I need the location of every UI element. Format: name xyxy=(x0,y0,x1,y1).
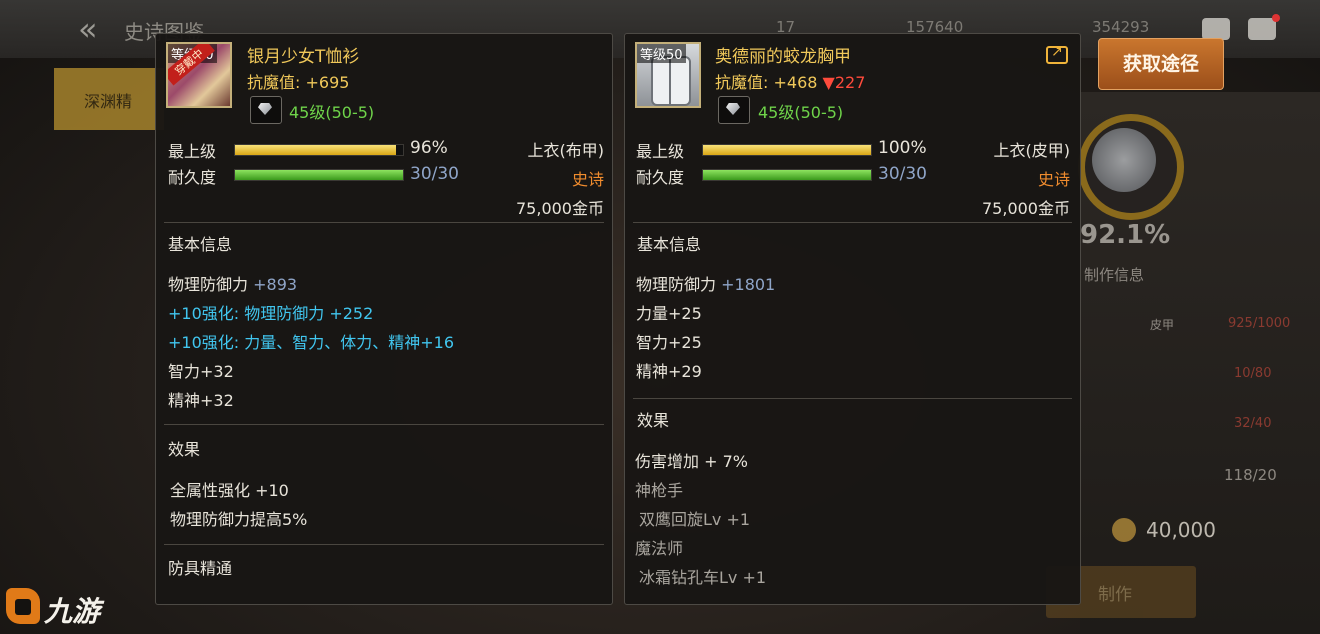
durability-bar xyxy=(702,169,872,181)
craft-material-count-3: 32/40 xyxy=(1234,416,1272,431)
logo-text: 九游 xyxy=(44,595,101,628)
max-level-bar xyxy=(234,144,404,156)
effect-line: 伤害增加 + 7% xyxy=(635,452,748,471)
craft-material-label: 皮甲 xyxy=(1150,318,1175,332)
stat-intelligence: 智力+25 xyxy=(636,333,702,352)
armor-preview-icon xyxy=(1092,128,1156,192)
magic-resist-label: 抗魔值: xyxy=(715,73,769,92)
effect-heading: 效果 xyxy=(168,440,201,459)
durability-bar-fill xyxy=(703,170,871,180)
effect-heading: 效果 xyxy=(637,411,670,430)
craft-info-tab[interactable]: 制作信息 xyxy=(1084,264,1144,285)
magic-resist-row: 抗魔值: +468 ▼227 xyxy=(715,69,865,93)
item-thumbnail: 等级50 穿戴中 xyxy=(166,42,232,108)
gem-level: 45级(50-5) xyxy=(758,103,844,122)
durability-bar xyxy=(234,169,404,181)
durability-label: 耐久度 xyxy=(168,168,217,187)
max-level-value: 96% xyxy=(410,138,448,158)
phys-def-stat: 物理防御力 +893 xyxy=(168,271,297,295)
phys-def-value: +1801 xyxy=(721,275,776,294)
share-icon[interactable] xyxy=(1046,44,1068,64)
skill-bonus: 冰霜钻孔车Lv +1 xyxy=(639,568,767,587)
get-source-button[interactable]: 获取途径 xyxy=(1098,38,1224,90)
mail-icon[interactable] xyxy=(1202,18,1230,40)
item-level-tag: 等级50 xyxy=(637,44,686,63)
rarity-label: 史诗 xyxy=(1037,170,1070,189)
max-level-value: 100% xyxy=(878,138,927,158)
armor-mastery-heading: 防具精通 xyxy=(168,559,233,578)
magic-resist-label: 抗魔值: xyxy=(247,73,301,92)
back-arrow-icon[interactable]: « xyxy=(78,10,98,48)
item-thumbnail: 等级50 xyxy=(635,42,701,108)
phys-def-stat: 物理防御力 +1801 xyxy=(636,271,775,295)
durability-value: 30/30 xyxy=(878,164,927,184)
craft-percent: 92.1% xyxy=(1080,220,1171,250)
divider xyxy=(164,544,604,545)
stat-spirit: 精神+32 xyxy=(168,391,234,410)
item-price: 75,000金币 xyxy=(982,199,1070,218)
equipped-item-tooltip: 等级50 穿戴中 银月少女T恤衫 抗魔值: +695 45级(50-5) 最上级… xyxy=(155,33,613,605)
basic-info-heading: 基本信息 xyxy=(168,235,233,254)
phys-def-value: +893 xyxy=(253,275,298,294)
craft-material-count: 925/1000 xyxy=(1228,316,1291,331)
chat-icon[interactable] xyxy=(1248,18,1276,40)
gem-level: 45级(50-5) xyxy=(289,103,375,122)
divider xyxy=(633,222,1072,223)
resource-count-3: 354293 xyxy=(1092,18,1150,36)
magic-resist-diff: ▼227 xyxy=(822,73,866,92)
stat-strength: 力量+25 xyxy=(636,304,702,323)
divider xyxy=(633,398,1072,399)
magic-resist-value: +695 xyxy=(305,73,350,92)
item-price: 75,000金币 xyxy=(516,199,604,218)
gem-icon xyxy=(718,96,750,124)
divider xyxy=(164,222,604,223)
divider xyxy=(164,424,604,425)
class-label: 魔法师 xyxy=(635,539,684,558)
max-level-label: 最上级 xyxy=(168,142,217,161)
rarity-label: 史诗 xyxy=(571,170,604,189)
craft-cost: 40,000 xyxy=(1146,518,1216,542)
basic-info-heading: 基本信息 xyxy=(637,235,702,254)
max-level-bar-fill xyxy=(235,145,397,155)
item-name: 银月少女T恤衫 xyxy=(247,47,360,67)
tab-abyss-label: 深渊精 xyxy=(84,92,133,111)
effect-line: 全属性强化 +10 xyxy=(170,481,289,500)
phys-def-label: 物理防御力 xyxy=(168,275,249,294)
notification-dot xyxy=(1272,14,1280,22)
skill-bonus: 双鹰回旋Lv +1 xyxy=(639,510,751,529)
durability-value: 30/30 xyxy=(410,164,459,184)
stat-intelligence: 智力+32 xyxy=(168,362,234,381)
item-slot: 上衣(皮甲) xyxy=(993,141,1071,160)
enhance-bonus-1: +10强化: 物理防御力 +252 xyxy=(168,304,374,323)
stat-spirit: 精神+29 xyxy=(636,362,702,381)
craft-material-count-4: 118/20 xyxy=(1224,466,1277,484)
make-button-label: 制作 xyxy=(1098,585,1132,605)
magic-resist-value: +468 xyxy=(773,73,818,92)
vest-icon xyxy=(651,56,691,106)
enhance-bonus-2: +10强化: 力量、智力、体力、精神+16 xyxy=(168,333,455,352)
site-logo: 九游 xyxy=(6,586,126,630)
coin-icon xyxy=(1112,518,1136,542)
item-slot: 上衣(布甲) xyxy=(527,141,605,160)
item-name: 奥德丽的蛟龙胸甲 xyxy=(715,47,851,67)
durability-label: 耐久度 xyxy=(636,168,685,187)
craft-material-count-2: 10/80 xyxy=(1234,366,1272,381)
durability-bar-fill xyxy=(235,170,403,180)
effect-line: 物理防御力提高5% xyxy=(170,510,308,529)
max-level-label: 最上级 xyxy=(636,142,685,161)
logo-mark-icon xyxy=(6,588,40,624)
max-level-bar-fill xyxy=(703,145,871,155)
tab-abyss[interactable]: 深渊精 xyxy=(54,68,164,130)
max-level-bar xyxy=(702,144,872,156)
phys-def-label: 物理防御力 xyxy=(636,275,717,294)
class-label: 神枪手 xyxy=(635,481,684,500)
gem-icon xyxy=(250,96,282,124)
compare-item-tooltip: 等级50 奥德丽的蛟龙胸甲 抗魔值: +468 ▼227 45级(50-5) 最… xyxy=(624,33,1081,605)
magic-resist-row: 抗魔值: +695 xyxy=(247,69,349,93)
